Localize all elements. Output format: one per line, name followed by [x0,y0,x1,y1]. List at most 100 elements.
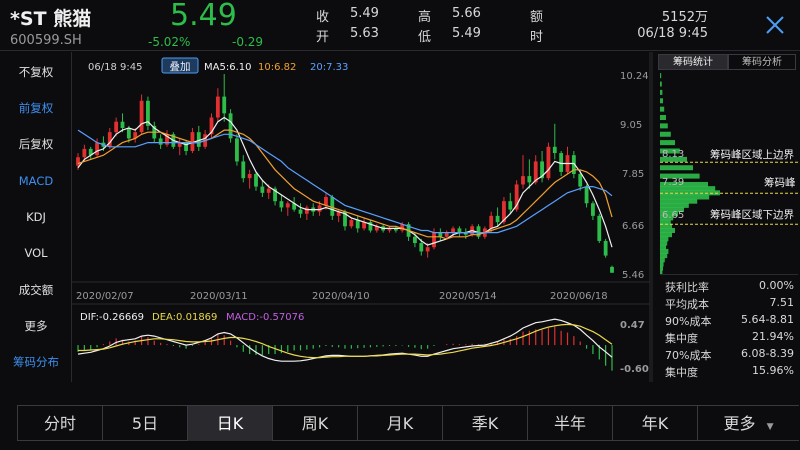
candle-body [317,205,322,212]
candle-body [591,203,595,216]
kline-timestamp: 06/18 9:45 [88,62,142,73]
macd-tick-label: -0.60 [620,364,649,375]
candle-body [419,243,424,252]
chip-peak-label: 筹码峰 [764,177,796,189]
stat-label-90-cost: 90%成本 [665,315,712,328]
candle-body [495,215,500,223]
candle-body [158,138,163,145]
candle-body [114,121,119,133]
tab-intraday[interactable]: 分时 [18,406,103,441]
chip-bar [660,123,668,129]
tab-monthly-k[interactable]: 月K [358,406,443,441]
tab-weekly-k[interactable]: 周K [273,406,358,441]
change-percent: -5.02% [148,35,191,49]
sidebar-item-more[interactable]: 更多 [0,318,72,334]
tab-chip-analysis[interactable]: 筹码分析 [728,54,796,70]
dea-line [78,323,613,359]
stat-value-profit-ratio: 0.00% [759,279,794,292]
ma20-legend: 20:7.33 [310,62,348,73]
close-button[interactable] [760,10,790,40]
quote-value-time: 06/18 9:45 [637,26,708,41]
candle-body [489,215,494,229]
sidebar-item-macd[interactable]: MACD [0,174,72,188]
stat-value-90-cost: 5.64-8.81 [741,313,794,326]
stat-label-avg-cost: 平均成本 [665,298,709,311]
quote-label-high: 高 [418,10,432,25]
candle-body [222,96,227,114]
candle-body [552,146,557,154]
candle-body [324,197,328,206]
tab-chip-statistics[interactable]: 筹码统计 [658,54,728,70]
sidebar-item-forward-adjust[interactable]: 前复权 [0,100,72,116]
chip-bar [660,89,663,95]
sidebar-item-vol[interactable]: VOL [0,246,72,260]
tab-daily-k[interactable]: 日K [188,406,273,441]
tab-quarterly-k[interactable]: 季K [443,406,528,441]
candle-body [215,96,220,118]
candle-body [304,207,309,214]
candle-body [266,188,271,193]
chip-peak-price: 7.39 [662,177,685,188]
candle-body [413,236,417,244]
stat-value-70-cost: 6.08-8.39 [741,347,794,360]
stat-value-avg-cost: 7.51 [769,296,795,309]
candle-body [349,220,354,227]
chip-bar [660,106,665,112]
sidebar-item-turnover[interactable]: 成交额 [0,282,72,298]
macd-series [77,318,613,371]
sidebar-item-backward-adjust[interactable]: 后复权 [0,136,72,152]
change-amount: -0.29 [232,35,264,49]
candle-body [451,228,455,233]
tab-5day[interactable]: 5日 [103,406,188,441]
quote-value-close: 5.49 [350,6,379,21]
chip-bar [660,165,693,171]
sidebar-item-kdj[interactable]: KDJ [0,210,72,224]
quote-value-high: 5.66 [452,6,481,21]
candle-body [355,220,360,229]
candle-body [578,174,583,187]
candle-body [260,186,265,193]
sidebar-item-chip-distribution[interactable]: 筹码分布 [0,354,72,370]
quote-value-open: 5.63 [350,26,379,41]
quote-value-low: 5.49 [452,26,481,41]
dif-legend: DIF:-0.26669 [80,312,144,323]
quote-label-time: 时 [530,30,544,45]
candle-body [584,186,589,204]
candle-body [241,161,246,179]
price-tick-label: 9.05 [620,120,642,131]
candle-body [527,176,532,183]
quote-label-low: 低 [418,30,432,45]
stat-label-profit-ratio: 获利比率 [665,281,709,294]
chip-distribution-histogram [660,73,800,275]
price-tick-label: 5.46 [622,270,644,281]
candle-body [139,100,144,133]
quote-label-amount: 额 [530,10,544,25]
dropdown-triangle-icon: ▼ [766,422,774,432]
candle-body [126,127,131,139]
candle-body [247,174,252,179]
chip-bar [660,98,663,104]
price-tick-label: 7.85 [622,169,644,180]
indicator-sidebar: 不复权 前复权 后复权 MACD KDJ VOL 成交额 更多 筹码分布 [0,52,72,382]
tab-yearly-k[interactable]: 年K [613,406,698,441]
price-tick-label: 10.24 [620,71,649,82]
sidebar-item-no-adjust[interactable]: 不复权 [0,64,72,80]
tab-half-year[interactable]: 半年 [528,406,613,441]
candle-body [438,232,443,237]
overlay-button-label: 叠加 [170,61,191,73]
close-icon [766,16,784,34]
date-tick-label: 2020/05/14 [439,291,497,302]
candle-body [235,138,239,162]
stat-value-concentration-70: 15.96% [752,364,794,377]
date-tick-label: 2020/04/10 [312,291,370,302]
chip-upper-price: 8.13 [662,149,685,160]
chip-tabs: 筹码统计 筹码分析 [658,54,798,70]
date-tick-label: 2020/02/07 [76,291,134,302]
candle-body [120,121,125,128]
stat-label-concentration-90: 集中度 [665,332,698,345]
candle-body [82,148,87,158]
stat-label-concentration-70: 集中度 [665,366,698,379]
period-tab-bar: 分时 5日 日K 周K 月K 季K 半年 年K 更多 ▼ [17,405,799,441]
macd-tick-label: 0.47 [620,320,645,331]
tab-more-periods[interactable]: 更多 ▼ [698,406,799,441]
